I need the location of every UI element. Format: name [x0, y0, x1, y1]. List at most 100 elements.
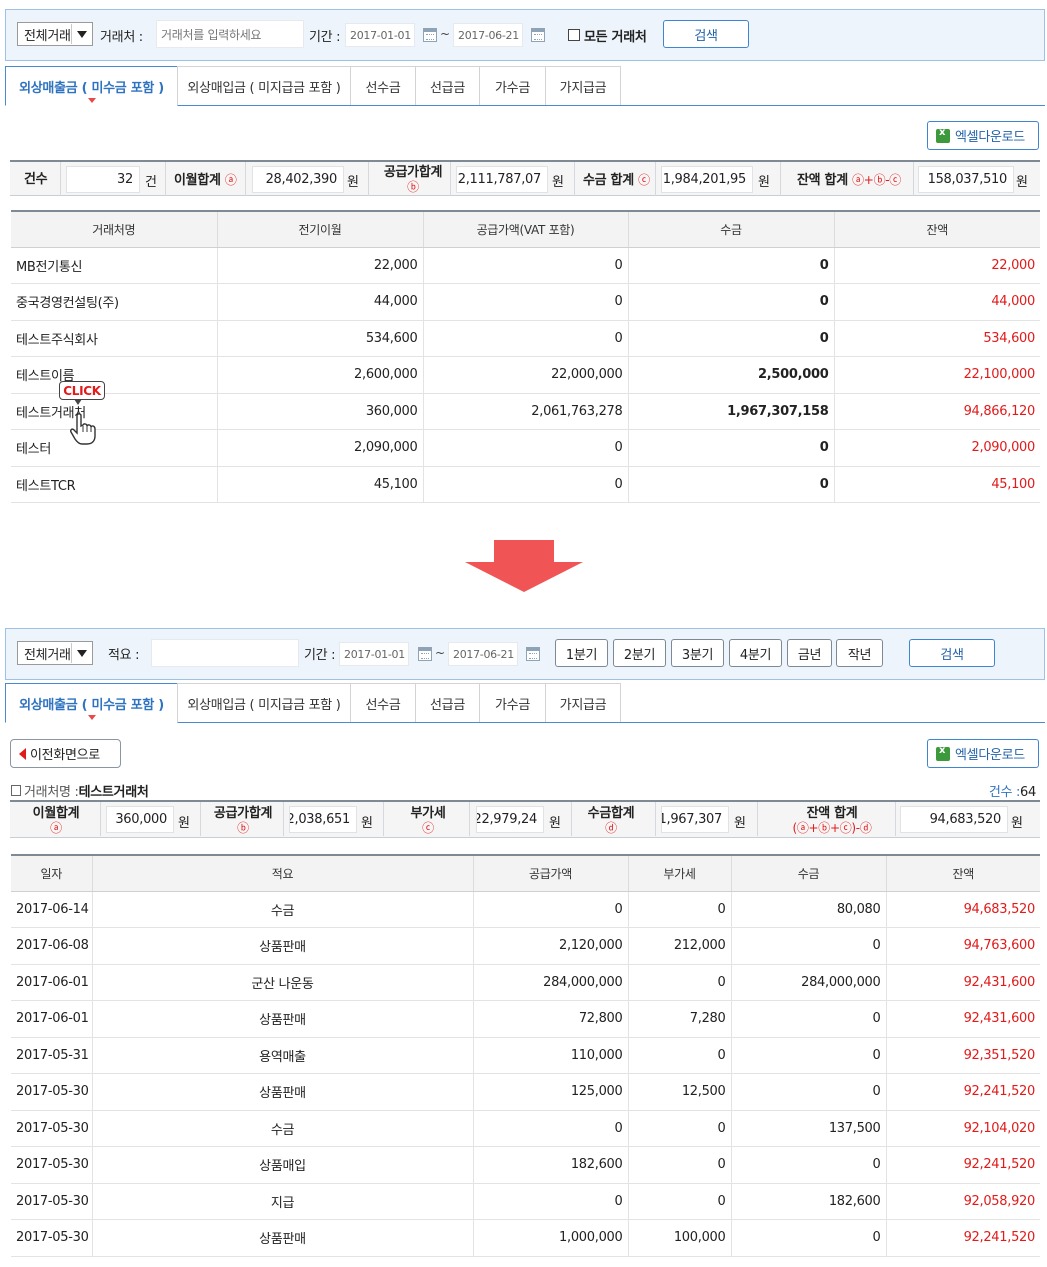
- supply-cell: 0: [423, 320, 629, 357]
- receipt-cell: 0: [731, 1146, 887, 1184]
- date-to-input[interactable]: 2017-06-21: [453, 23, 523, 47]
- excel-download-button[interactable]: 엑셀다운로드: [927, 121, 1039, 150]
- table-row[interactable]: 2017-06-08 상품판매 2,120,000 212,000 0 94,7…: [11, 927, 1040, 965]
- tab-label: 선수금: [365, 697, 401, 713]
- calendar-icon[interactable]: [423, 28, 437, 42]
- table-row[interactable]: 2017-05-31 용역매출 110,000 0 0 92,351,520: [11, 1037, 1040, 1074]
- won-unit: 원: [758, 175, 770, 190]
- receipt-label: 수금합계 ⓓ: [576, 807, 646, 836]
- partner-search-input[interactable]: 거래처를 입력하세요: [156, 20, 304, 48]
- table-row[interactable]: 테스트주식회사 534,600 0 0 534,600: [11, 320, 1040, 357]
- column-header: 수금: [628, 211, 835, 248]
- memo-cell: 상품판매: [92, 1219, 474, 1257]
- bottom-summary-bar: 이월합계 ⓐ 360,000 원 공급가합계 ⓑ 2,038,651 원 부가세 ⓒ …: [10, 800, 1040, 838]
- back-arrow-icon: [19, 747, 26, 760]
- record-count: 건수 :64: [989, 781, 1036, 800]
- tab-advance-received[interactable]: 선수금: [350, 66, 416, 105]
- supply-value: 2,038,651: [289, 806, 357, 833]
- memo-cell: 상품판매: [92, 927, 474, 965]
- table-row[interactable]: 2017-05-30 지급 0 0 182,600 92,058,920: [11, 1183, 1040, 1220]
- balance-cell: 92,241,520: [886, 1219, 1040, 1257]
- column-header: 전기이월: [217, 211, 424, 248]
- date-cell: 2017-06-01: [11, 964, 93, 1001]
- partner-label: 거래처 :: [100, 30, 143, 45]
- memo-input[interactable]: [151, 639, 299, 667]
- tab-label: 선급금: [430, 697, 465, 713]
- tab-receivables[interactable]: 외상매출금 ( 미수금 포함 ): [5, 66, 178, 106]
- won-unit: 원: [178, 816, 190, 831]
- quarter-3-button[interactable]: 3분기: [671, 639, 724, 667]
- quarter-2-button[interactable]: 2분기: [613, 639, 666, 667]
- tab-advance-paid[interactable]: 선급금: [415, 66, 480, 105]
- quarter-1-button[interactable]: 1분기: [555, 639, 608, 667]
- tab-payables[interactable]: 외상매입금 ( 미지급금 포함 ): [177, 66, 351, 105]
- calendar-icon[interactable]: [526, 647, 540, 661]
- balance-label-text: 잔액 합계: [806, 806, 858, 821]
- balance-cell: 92,351,520: [886, 1037, 1040, 1074]
- this-year-button[interactable]: 금년: [787, 639, 832, 667]
- table-row[interactable]: MB전기통신 22,000 0 0 22,000: [11, 247, 1040, 284]
- all-partners-checkbox[interactable]: [568, 29, 580, 41]
- table-row[interactable]: 2017-06-14 수금 0 0 80,080 94,683,520: [11, 891, 1040, 928]
- calendar-icon[interactable]: [418, 647, 432, 661]
- column-header: 잔액: [886, 855, 1040, 892]
- excel-download-button[interactable]: 엑셀다운로드: [927, 739, 1039, 768]
- table-row[interactable]: 2017-05-30 상품판매 125,000 12,500 0 92,241,…: [11, 1073, 1040, 1111]
- calendar-icon[interactable]: [531, 28, 545, 42]
- table-row[interactable]: 테스터 2,090,000 0 0 2,090,000: [11, 429, 1040, 467]
- date-cell: 2017-05-30: [11, 1146, 93, 1184]
- divider: [60, 162, 61, 196]
- table-row[interactable]: 2017-05-30 상품매입 182,600 0 0 92,241,520: [11, 1146, 1040, 1184]
- search-button[interactable]: 검색: [663, 20, 749, 48]
- tab-suspense-paid[interactable]: 가지급금: [545, 66, 621, 105]
- tab-receivables[interactable]: 외상매출금 ( 미수금 포함 ): [5, 683, 178, 723]
- receipt-value-text: 1,967,307: [661, 812, 722, 827]
- tab-label: 외상매입금 ( 미지급금 포함 ): [187, 697, 341, 713]
- column-header: 수금: [731, 855, 887, 892]
- tab-payables[interactable]: 외상매입금 ( 미지급금 포함 ): [177, 683, 351, 722]
- table-row[interactable]: 2017-06-01 군산 나운동 284,000,000 0 284,000,…: [11, 964, 1040, 1001]
- date-to-input[interactable]: 2017-06-21: [448, 642, 518, 666]
- date-from-input[interactable]: 2017-01-01: [339, 642, 409, 666]
- partner-name-cell[interactable]: 테스트TCR: [11, 466, 218, 503]
- tab-advance-received[interactable]: 선수금: [350, 683, 416, 722]
- memo-cell: 상품판매: [92, 1000, 474, 1038]
- table-row[interactable]: 테스트이름 2,600,000 22,000,000 2,500,000 22,…: [11, 356, 1040, 394]
- partner-name-cell[interactable]: 중국경영컨설팅(주): [11, 283, 218, 321]
- back-button[interactable]: 이전화면으로: [10, 739, 121, 768]
- carry-mark: ⓐ: [224, 173, 237, 187]
- table-row[interactable]: 중국경영컨설팅(주) 44,000 0 0 44,000: [11, 283, 1040, 321]
- memo-label: 적요 :: [108, 648, 140, 663]
- vat-label-text: 부가세: [410, 806, 446, 821]
- date-from-value: 2017-01-01: [344, 647, 405, 661]
- supply-cell: 22,000,000: [423, 356, 629, 394]
- last-year-button[interactable]: 작년: [836, 639, 883, 667]
- table-row[interactable]: 2017-05-30 상품판매 1,000,000 100,000 0 92,2…: [11, 1219, 1040, 1257]
- partner-name-cell[interactable]: 테스트거래처: [11, 393, 218, 430]
- table-row[interactable]: 테스트거래처 360,000 2,061,763,278 1,967,307,1…: [11, 393, 1040, 430]
- tab-suspense-received[interactable]: 가수금: [479, 66, 546, 105]
- table-row[interactable]: 2017-06-01 상품판매 72,800 7,280 0 92,431,60…: [11, 1000, 1040, 1038]
- record-count-value: 64: [1020, 785, 1036, 800]
- partner-name-cell[interactable]: 테스터: [11, 429, 218, 467]
- supply-cell: 182,600: [473, 1146, 629, 1184]
- excel-icon: [936, 127, 950, 143]
- chevron-down-icon: [71, 643, 91, 663]
- transaction-type-select[interactable]: 전체거래: [17, 641, 93, 665]
- supply-value-text: 2,038,651: [289, 812, 350, 827]
- table-row[interactable]: 2017-05-30 수금 0 0 137,500 92,104,020: [11, 1110, 1040, 1147]
- balance-cell: 94,683,520: [886, 891, 1040, 928]
- tab-advance-paid[interactable]: 선급금: [415, 683, 480, 722]
- won-unit: 원: [347, 175, 359, 190]
- date-from-input[interactable]: 2017-01-01: [345, 23, 415, 47]
- partner-name-cell[interactable]: 테스트주식회사: [11, 320, 218, 357]
- supply-label: 공급가합계 ⓑ: [208, 807, 278, 836]
- partner-name-cell[interactable]: 테스트이름: [11, 356, 218, 394]
- search-button[interactable]: 검색: [909, 639, 995, 667]
- quarter-4-button[interactable]: 4분기: [729, 639, 782, 667]
- tab-suspense-paid[interactable]: 가지급금: [545, 683, 621, 722]
- transaction-type-select[interactable]: 전체거래: [17, 22, 93, 46]
- partner-name-cell[interactable]: MB전기통신: [11, 247, 218, 284]
- table-row[interactable]: 테스트TCR 45,100 0 0 45,100: [11, 466, 1040, 503]
- tab-suspense-received[interactable]: 가수금: [479, 683, 546, 722]
